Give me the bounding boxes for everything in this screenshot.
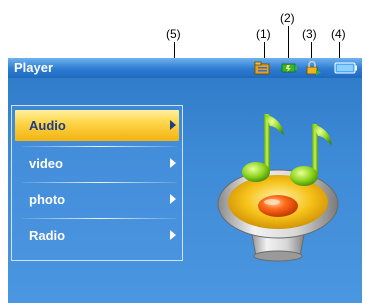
- chevron-right-icon: [170, 230, 176, 240]
- divider: [22, 182, 177, 183]
- menu-item-label: photo: [29, 192, 66, 207]
- battery-charge-icon: [281, 63, 297, 73]
- chevron-right-icon: [170, 158, 176, 168]
- chevron-right-icon: [170, 120, 176, 130]
- menu-item-video[interactable]: video: [15, 148, 179, 179]
- folder-icon: [254, 61, 270, 75]
- battery-icon: [334, 62, 357, 74]
- callout-1: (1): [256, 27, 271, 41]
- music-speaker-icon: [217, 114, 339, 262]
- chevron-right-icon: [170, 194, 176, 204]
- callout-4: (4): [331, 27, 346, 41]
- player-screen: Player Audio video photo Radio: [8, 58, 362, 303]
- menu-item-label: video: [29, 156, 63, 171]
- callout-annotations: (5) (1) (2) (3) (4): [0, 0, 365, 108]
- screen-title: Player: [14, 60, 54, 75]
- callout-3: (3): [302, 27, 317, 41]
- divider: [22, 146, 177, 147]
- lock-icon: [306, 61, 321, 75]
- menu-item-label: Audio: [29, 118, 66, 133]
- title-bar: Player: [8, 58, 362, 78]
- menu-item-audio[interactable]: Audio: [15, 110, 179, 141]
- callout-5: (5): [166, 27, 181, 41]
- player-menu: Audio video photo Radio: [11, 105, 183, 261]
- callout-2: (2): [280, 11, 295, 25]
- divider: [22, 218, 177, 219]
- menu-item-label: Radio: [29, 228, 66, 243]
- menu-item-photo[interactable]: photo: [15, 184, 179, 215]
- menu-item-radio[interactable]: Radio: [15, 220, 179, 251]
